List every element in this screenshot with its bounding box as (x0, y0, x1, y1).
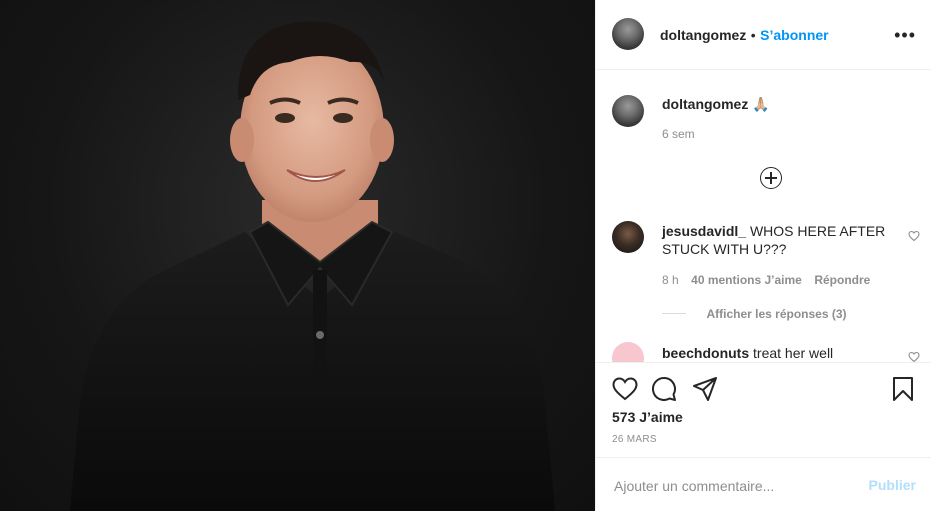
comment-username[interactable]: jesusdavidl_ (662, 223, 746, 239)
comment-like-heart-icon[interactable] (908, 351, 920, 362)
post-modal: doltangomez • S’abonner ••• doltangomez … (0, 0, 931, 511)
post-header: doltangomez • S’abonner ••• (596, 0, 931, 70)
caption-username[interactable]: doltangomez (662, 96, 748, 112)
heart-icon[interactable] (612, 377, 638, 401)
view-replies-label[interactable]: Afficher les réponses (3) (706, 307, 846, 321)
comment-meta: 8 h 40 mentions J’aime Répondre (662, 271, 870, 289)
comment-input[interactable] (612, 475, 856, 497)
comment-text: treat her well (753, 345, 834, 361)
comments-list[interactable]: doltangomez 🙏🏼 6 sem jesusdavidl_ WHOS H… (596, 70, 931, 362)
share-icon[interactable] (692, 376, 718, 402)
reply-button[interactable]: Répondre (814, 273, 870, 287)
caption-time[interactable]: 6 sem (662, 127, 695, 141)
caption-line: doltangomez 🙏🏼 (662, 96, 770, 113)
author-username[interactable]: doltangomez (660, 27, 746, 43)
likes-count[interactable]: 573 J’aime (612, 409, 683, 425)
comment-item: jesusdavidl_ WHOS HERE AFTER STUCK WITH … (662, 222, 892, 258)
comment-avatar[interactable] (612, 342, 644, 362)
plus-circle-icon[interactable] (760, 167, 782, 189)
follow-button[interactable]: S’abonner (760, 27, 828, 43)
publish-button[interactable]: Publier (869, 477, 916, 493)
comment-time[interactable]: 8 h (662, 273, 679, 287)
caption-avatar[interactable] (612, 95, 644, 127)
portrait-image (70, 21, 555, 511)
separator-dot: • (750, 27, 756, 43)
action-bar: 573 J’aime 26 MARS (596, 362, 931, 457)
post-photo[interactable] (0, 0, 595, 511)
post-date[interactable]: 26 MARS (612, 434, 657, 445)
author-avatar[interactable] (612, 18, 644, 50)
replies-divider (662, 313, 686, 315)
add-comment-bar: Publier (596, 457, 931, 511)
view-replies[interactable]: Afficher les réponses (3) (662, 305, 847, 323)
comment-avatar[interactable] (612, 221, 644, 253)
comment-likes[interactable]: 40 mentions J’aime (691, 273, 802, 287)
author-line: doltangomez • S’abonner (660, 27, 829, 45)
bookmark-icon[interactable] (892, 376, 914, 402)
comment-icon[interactable] (651, 376, 677, 402)
comment-item: beechdonuts treat her well (662, 344, 892, 362)
caption-text: 🙏🏼 (752, 96, 770, 112)
comment-username[interactable]: beechdonuts (662, 345, 749, 361)
more-options-icon[interactable]: ••• (894, 26, 916, 44)
post-sidebar: doltangomez • S’abonner ••• doltangomez … (595, 0, 931, 511)
comment-like-heart-icon[interactable] (908, 230, 920, 242)
